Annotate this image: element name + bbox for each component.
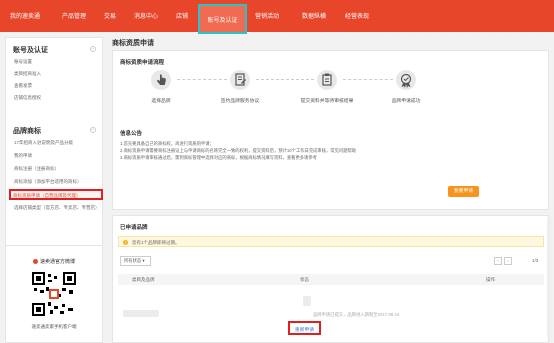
step-label-success: 品牌申请成功 — [391, 99, 421, 104]
nav-store[interactable]: 店铺 — [176, 11, 188, 20]
step-label-sign-agreement: 签约品牌服务协议 — [220, 99, 260, 104]
sidebar-item-qualification-label: 商标资质申请（自营品牌及代理） — [13, 192, 81, 198]
pager-next-button[interactable]: › — [504, 257, 512, 265]
collapse-icon[interactable]: − — [90, 127, 96, 133]
nav-trade[interactable]: 交易 — [104, 11, 116, 20]
sidebar-item-store-info[interactable]: 店铺信息授权 — [14, 95, 41, 101]
warning-text: 您有1个品牌即将过期。 — [132, 239, 180, 245]
weibo-label: 速卖通官方微博 — [39, 259, 75, 265]
sidebar-brand-title: 品牌商标 — [13, 128, 41, 135]
page-title: 商标资质申请 — [112, 40, 154, 47]
nav-performance[interactable]: 经营表现 — [345, 11, 369, 20]
sidebar-menu: 账号及认证 − 账号设置 类目招商准入 查看发票 店铺信息授权 品牌商标 − 1… — [5, 37, 103, 277]
column-header-brand: 类目及品牌 — [132, 277, 155, 282]
info-line: 3.商标资质申请审核通过后，需到商标管理中选择对应的商标，根据商标情况填写资料，… — [120, 155, 317, 160]
sidebar-item-trademark-register[interactable]: 商标注册（注册商标） — [14, 166, 59, 172]
process-card: 商标资质申请流程 选择品牌 签约品牌服务协议 提交资料并等待审核结果 品牌申请成… — [112, 50, 549, 210]
sidebar-item-2017-guide[interactable]: 17年招商入驻说明及产品分级 — [14, 140, 73, 146]
nav-data[interactable]: 数据纵横 — [302, 11, 326, 20]
warning-bar: ! 您有1个品牌即将过期。 — [118, 236, 544, 247]
top-nav: 我的速卖通 产品管理 交易 消息中心 店铺 账号及认证 营销活动 数据纵横 经营… — [0, 0, 554, 34]
collapse-icon[interactable]: − — [90, 46, 96, 52]
document-sign-icon — [230, 70, 250, 90]
sidebar-item-trademark-add[interactable]: 商标添加（添加平台适用的商标） — [14, 179, 82, 185]
nav-messages[interactable]: 消息中心 — [134, 11, 158, 20]
weibo-link[interactable]: 速卖通官方微博 — [6, 258, 102, 265]
weibo-icon — [32, 259, 38, 265]
nav-account-auth-label: 账号及认证 — [207, 18, 238, 24]
info-line: 2.商标资质申请需要商标注册证上与申请商标的名称完全一致的权利，提交资料后，预计… — [120, 148, 357, 153]
applied-brands-card: 已申请品牌 ! 您有1个品牌即将过期。 所有状态 ▾ ‹ › 1/3 类目及品牌… — [112, 215, 549, 343]
step-label-submit-review: 提交资料并等待审核结果 — [300, 99, 354, 104]
column-header-actions: 操作 — [486, 277, 495, 282]
scrollbar[interactable] — [547, 218, 551, 338]
badge-check-icon — [396, 70, 416, 90]
step-connector — [177, 79, 227, 81]
nav-account-auth-active[interactable]: 账号及认证 — [198, 4, 247, 34]
info-line: 1.首先要具备自己的商标权，再进行资质的申请； — [120, 141, 214, 146]
table-header: 类目及品牌 状态 操作 — [118, 274, 544, 285]
pager-prev-button[interactable]: ‹ — [494, 257, 502, 265]
reapply-label: 重新申请 — [294, 328, 315, 333]
nav-my-aliexpress[interactable]: 我的速卖通 — [10, 11, 40, 20]
sidebar-account-title: 账号及认证 — [13, 47, 48, 54]
status-filter-select[interactable]: 所有状态 ▾ — [120, 256, 151, 266]
step-connector — [256, 79, 314, 81]
status-filter-value: 所有状态 — [124, 258, 142, 263]
sidebar-item-category-access[interactable]: 类目招商准入 — [14, 71, 41, 77]
sidebar: 账号及认证 − 账号设置 类目招商准入 查看发票 店铺信息授权 品牌商标 − 1… — [5, 37, 103, 277]
step-label-select-brand: 选择品牌 — [151, 99, 171, 104]
blurred-brand-cell — [123, 310, 159, 317]
nav-marketing[interactable]: 营销活动 — [255, 11, 279, 20]
nav-products[interactable]: 产品管理 — [62, 11, 86, 20]
list-title: 已申请品牌 — [120, 225, 148, 231]
reapply-button[interactable]: 重新申请 — [288, 321, 321, 335]
flow-title: 商标资质申请流程 — [120, 60, 165, 66]
info-title: 信息公告 — [120, 131, 143, 137]
qr-code-image — [32, 272, 76, 316]
qr-caption: 速卖通卖家手机客户端 — [31, 324, 77, 329]
clipboard-icon — [317, 70, 337, 90]
pager-text: 1/3 — [532, 258, 539, 263]
sidebar-item-account-settings[interactable]: 账号设置 — [14, 59, 32, 65]
hand-pointer-icon — [151, 70, 171, 90]
row-status-text: 品牌申请已提交，品牌进入期限至2017-08-16 — [313, 312, 400, 317]
blurred-logo — [303, 296, 311, 306]
sidebar-item-my-applications[interactable]: 我的申请 — [14, 153, 32, 159]
step-connector — [343, 79, 393, 81]
warning-icon: ! — [123, 239, 128, 245]
sidebar-item-invoices[interactable]: 查看发票 — [14, 83, 32, 89]
apply-button[interactable]: 我要申请 — [448, 186, 479, 197]
column-header-status: 状态 — [300, 277, 309, 282]
sidebar-item-qualification-apply[interactable]: 商标资质申请（自营品牌及代理） — [9, 189, 103, 200]
weibo-card: 速卖通官方微博 速卖通卖家手机客户端 — [5, 245, 103, 343]
sidebar-item-store-type[interactable]: 选择店铺类型（官方店、专卖店、专营店） — [14, 204, 102, 212]
